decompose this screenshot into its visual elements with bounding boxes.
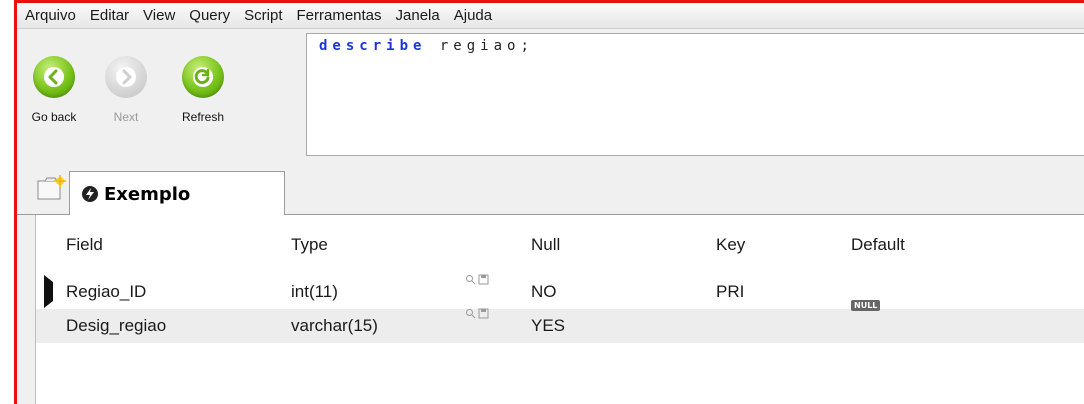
null-badge: NULL [851,300,881,311]
refresh-label: Refresh [181,110,225,124]
menu-bar: Arquivo Editar View Query Script Ferrame… [17,3,1084,29]
cell-type: int(11) [291,282,338,301]
refresh-button[interactable]: Refresh [167,50,239,146]
save-icon [478,308,489,319]
menu-arquivo[interactable]: Arquivo [25,7,76,24]
cell-editor-icons [465,274,489,302]
tab-label: Exemplo [104,183,191,205]
cell-field[interactable]: Desig_regiao [66,316,291,336]
cell-null[interactable]: YES [531,316,716,336]
menu-script[interactable]: Script [244,7,282,24]
new-tab-icon[interactable] [37,175,67,201]
query-identifier: regiao; [439,38,534,54]
tab-strip: Exemplo [17,163,1084,216]
magnifier-icon [466,309,476,319]
refresh-icon [182,56,224,98]
cell-editor-icons [465,308,489,336]
current-row-marker [36,275,66,308]
query-keyword: describe [319,38,427,54]
table-row[interactable]: Desig_regiao varchar(15) YES NULL [36,300,1084,343]
menu-editar[interactable]: Editar [90,7,129,24]
connection-icon [82,186,98,202]
application-window: Arquivo Editar View Query Script Ferrame… [14,0,1084,404]
menu-janela[interactable]: Janela [396,7,440,24]
next-label: Next [113,110,139,124]
cell-type-wrapper[interactable]: int(11) [291,274,531,302]
column-header-type[interactable]: Type [291,235,531,255]
menu-ajuda[interactable]: Ajuda [454,7,492,24]
cell-type: varchar(15) [291,316,378,335]
column-header-field[interactable]: Field [66,235,291,255]
cell-default[interactable]: NULL [851,300,1081,336]
column-header-default[interactable]: Default [851,235,1081,255]
cell-key[interactable]: PRI [716,282,851,302]
tab-exemplo[interactable]: Exemplo [69,171,285,216]
cell-field[interactable]: Regiao_ID [66,282,291,302]
table-row[interactable]: Regiao_ID int(11) NO PRI [36,274,1084,309]
go-back-button[interactable]: Go back [23,50,85,146]
save-icon [478,274,489,285]
cell-type-wrapper[interactable]: varchar(15) [291,308,531,336]
arrow-left-icon [33,56,75,98]
query-text: describe regiao; [319,38,1084,54]
cell-null[interactable]: NO [531,282,716,302]
grid-header: Field Type Null Key Default [36,215,1084,275]
results-grid: Field Type Null Key Default Regiao_ID in… [35,215,1084,404]
menu-ferramentas[interactable]: Ferramentas [297,7,382,24]
go-back-label: Go back [31,110,77,124]
menu-view[interactable]: View [143,7,175,24]
magnifier-icon [466,275,476,285]
next-button[interactable]: Next [95,50,157,146]
menu-query[interactable]: Query [189,7,230,24]
query-editor[interactable]: describe regiao; [306,33,1084,156]
toolbar: Go back Next Refresh [17,30,300,156]
column-header-null[interactable]: Null [531,235,716,255]
column-header-key[interactable]: Key [716,235,851,255]
arrow-right-icon [105,56,147,98]
